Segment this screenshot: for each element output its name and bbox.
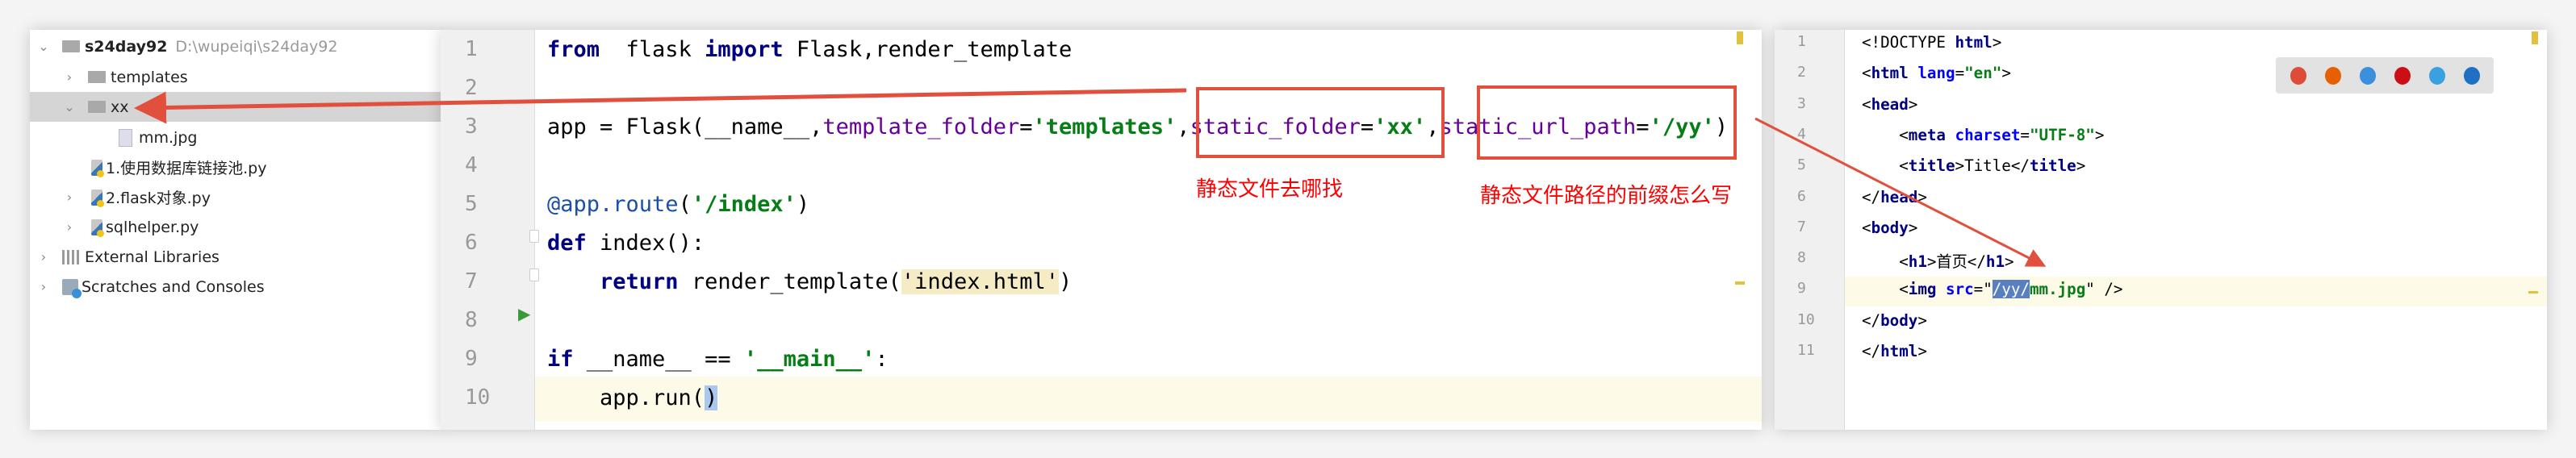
annotation-arrows [134,88,2047,267]
arrow-to-yy-path [1754,117,2047,267]
arrow-to-xx-folder [134,88,1187,124]
